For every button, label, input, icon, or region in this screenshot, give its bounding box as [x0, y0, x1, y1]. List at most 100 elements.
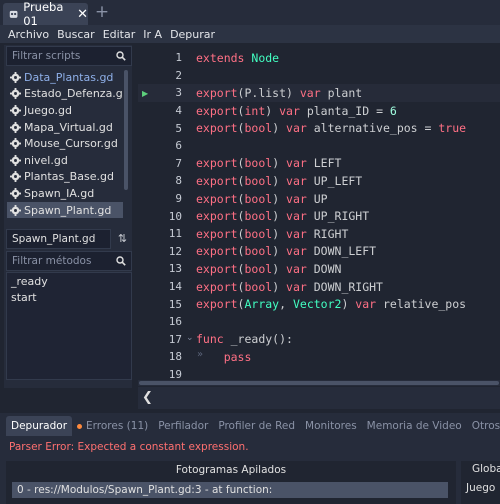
line-number: 7	[175, 156, 182, 170]
code-line[interactable]: 14 export(bool) var DOWN_RIGHT	[138, 278, 500, 296]
script-item[interactable]: Spawn_Plant.gd	[7, 201, 123, 219]
tab-otros[interactable]: Otros	[467, 416, 500, 436]
code-token: bool	[244, 156, 273, 171]
filter-methods-input[interactable]: Filtrar métodos	[6, 251, 132, 271]
back-arrow-icon[interactable]: ❮	[142, 390, 153, 405]
script-item[interactable]: Mapa_Virtual.gd	[7, 119, 123, 136]
stack-frame-row[interactable]: 0 - res://Modulos/Spawn_Plant.gd:3 - at …	[12, 482, 448, 498]
code-line[interactable]: 2	[138, 67, 500, 85]
code-text: export(bool) var RIGHT	[196, 227, 348, 241]
code-token: export	[196, 297, 238, 312]
tab-monitores[interactable]: Monitores	[300, 416, 362, 436]
error-dot-icon	[77, 423, 83, 429]
code-text: pass	[196, 350, 252, 364]
method-list: _ready start	[6, 272, 132, 380]
script-item-label: Spawn_Plant.gd	[24, 203, 112, 217]
code-token: true	[438, 121, 467, 136]
tab-perfilador-label: Perfilador	[158, 420, 209, 432]
code-line[interactable]: 15 export(Array, Vector2) var relative_po…	[138, 295, 500, 313]
tab-perfilador[interactable]: Perfilador	[153, 416, 213, 436]
code-line[interactable]: 6	[138, 137, 500, 155]
close-tab-icon[interactable]: ✕	[77, 7, 88, 22]
tab-depurador-label: Depurador	[11, 420, 68, 432]
tab-otros-label: Otros	[471, 420, 500, 432]
code-line[interactable]: 13 export(bool) var DOWN	[138, 260, 500, 278]
gear-icon	[10, 138, 21, 150]
code-text: export(bool) var DOWN_RIGHT	[196, 280, 383, 294]
script-item-label: Mapa_Virtual.gd	[24, 120, 113, 134]
script-list-scrollbar[interactable]	[124, 70, 128, 190]
tab-errores-label: Errores (11)	[86, 420, 149, 432]
current-script-name: Spawn_Plant.gd	[6, 229, 111, 249]
add-tab-icon[interactable]: +	[93, 3, 111, 23]
code-token: bool	[244, 209, 273, 224]
code-token: )	[272, 226, 287, 241]
tab-indent-icon: »	[197, 349, 204, 360]
script-item[interactable]: Spawn_IA.gd	[7, 185, 123, 202]
tab-depurador[interactable]: Depurador	[6, 416, 73, 436]
code-line[interactable]: 11 export(bool) var RIGHT	[138, 225, 500, 243]
code-line[interactable]: 1 extends Node	[138, 49, 500, 67]
menu-depurar[interactable]: Depurar	[170, 28, 215, 41]
line-number: 17	[168, 332, 182, 346]
search-icon	[116, 51, 126, 61]
script-item[interactable]: nivel.gd	[7, 152, 123, 169]
code-text: export(bool) var alternative_pos = true	[196, 121, 466, 135]
code-token: var	[286, 226, 314, 241]
code-token: UP	[313, 191, 328, 206]
script-item-label: Spawn_IA.gd	[24, 186, 95, 200]
code-line[interactable]: 9 export(bool) var UP	[138, 190, 500, 208]
fold-arrow-icon[interactable]: ⌄	[186, 333, 194, 343]
tab-profiler-red[interactable]: Profiler de Red	[213, 416, 300, 436]
method-item-ready[interactable]: _ready	[7, 273, 131, 289]
tab-errores[interactable]: Errores (11)	[72, 416, 153, 436]
code-token: var	[286, 191, 314, 206]
code-line[interactable]: 16	[138, 313, 500, 331]
script-item-label: Plantas_Base.gd	[24, 170, 114, 184]
menu-buscar[interactable]: Buscar	[57, 28, 95, 41]
method-item-start[interactable]: start	[7, 289, 131, 305]
script-item[interactable]: Data_Plantas.gd	[7, 69, 123, 86]
gear-icon	[10, 71, 21, 83]
code-line[interactable]: 8 export(bool) var UP_LEFT	[138, 172, 500, 190]
code-token: )	[341, 297, 356, 312]
code-token: int	[244, 103, 266, 118]
line-number: 14	[168, 280, 182, 294]
code-line[interactable]: 12 export(bool) var DOWN_LEFT	[138, 243, 500, 261]
code-token: var	[286, 261, 314, 276]
code-token: extends	[196, 50, 252, 65]
code-token: var	[286, 279, 314, 294]
scene-tab[interactable]: Prueba 01 ✕	[3, 0, 88, 28]
code-line[interactable]: 7 export(bool) var LEFT	[138, 155, 500, 173]
menu-editar[interactable]: Editar	[103, 28, 136, 41]
script-item[interactable]: Estado_Defenza.gd	[7, 86, 123, 103]
code-token: func	[196, 332, 231, 347]
code-token: LEFT	[313, 156, 342, 171]
code-line[interactable]: 5 export(bool) var alternative_pos = true	[138, 119, 500, 137]
sort-icon[interactable]: ⇅	[113, 229, 132, 249]
script-item-label: Juego.gd	[24, 103, 72, 117]
code-token: )	[265, 103, 280, 118]
code-line[interactable]: 18 pass	[138, 348, 500, 366]
script-item[interactable]: Juego.gd	[7, 102, 123, 119]
code-line[interactable]: 3 export(P.list) var plant	[138, 84, 500, 102]
editor-hscroll-thumb[interactable]	[139, 381, 499, 385]
menu-ir-a[interactable]: Ir A	[143, 28, 162, 41]
script-item[interactable]: Plantas_Base.gd	[7, 169, 123, 186]
line-number: 10	[168, 209, 182, 223]
script-item[interactable]: Mouse_Cursor.gd	[7, 135, 123, 152]
code-token: Vector2	[292, 297, 342, 312]
code-line[interactable]: 10 export(bool) var UP_RIGHT	[138, 207, 500, 225]
code-text: export(bool) var DOWN_LEFT	[196, 244, 376, 258]
line-number: 5	[175, 121, 182, 135]
code-token: planta_ID =	[306, 103, 390, 118]
code-token: )	[272, 156, 287, 171]
menu-archivo[interactable]: Archivo	[8, 28, 49, 41]
bottom-tab-bar: Depurador Errores (11) Perfilador Profil…	[0, 415, 500, 436]
code-line[interactable]: 4 export(int) var planta_ID = 6	[138, 102, 500, 120]
filter-methods-placeholder: Filtrar métodos	[12, 255, 92, 267]
tab-memoria-video[interactable]: Memoria de Video	[362, 416, 467, 436]
filter-scripts-input[interactable]: Filtrar scripts	[6, 46, 132, 66]
code-token: )	[272, 173, 287, 188]
gear-icon	[10, 204, 21, 216]
